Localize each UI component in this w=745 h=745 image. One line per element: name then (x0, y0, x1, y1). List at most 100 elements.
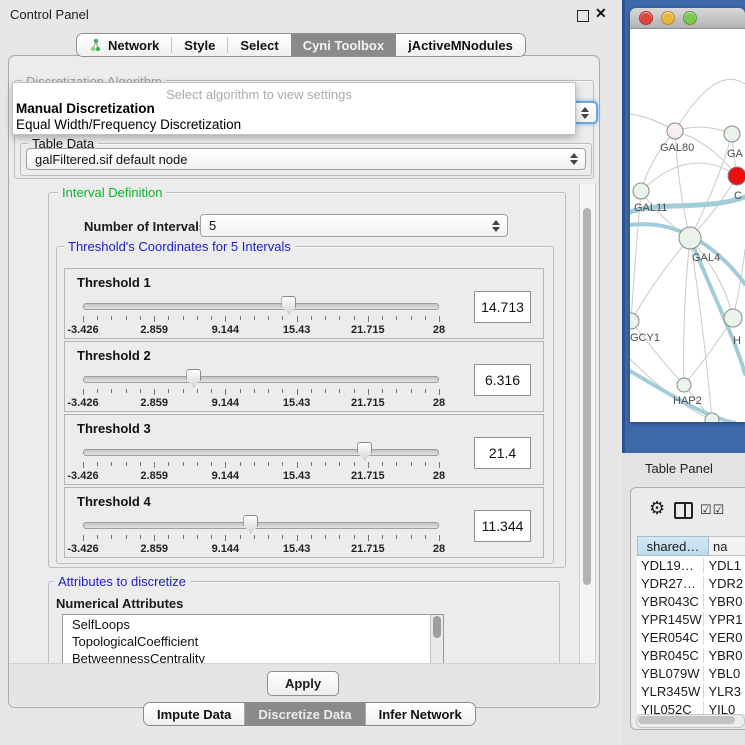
table-row[interactable]: YLR345WYLR3 (637, 682, 745, 700)
apply-button[interactable]: Apply (267, 671, 339, 696)
table-hscrollbar[interactable] (636, 714, 745, 728)
table-data-combo[interactable]: galFiltered.sif default node (26, 148, 586, 170)
float-panel-icon[interactable] (577, 10, 589, 22)
slider-tick-label: 21.715 (351, 324, 385, 336)
threshold-value-field[interactable]: 6.316 (474, 364, 531, 396)
gear-icon[interactable]: ⚙ (649, 498, 665, 519)
slider-thumb[interactable] (281, 296, 296, 314)
slider-tick (368, 389, 369, 395)
close-traffic-icon[interactable] (639, 11, 653, 25)
threshold-slider[interactable]: -3.4262.8599.14415.4321.71528 (83, 368, 439, 408)
slider-tick-label: 2.859 (140, 397, 168, 409)
cell-shared-name: YER054C (637, 630, 704, 645)
network-edge[interactable] (641, 131, 675, 191)
network-edge[interactable] (684, 238, 690, 385)
slider-track[interactable] (83, 303, 439, 310)
tab-jactivemnodules[interactable]: jActiveMNodules (396, 34, 525, 56)
table-row[interactable]: YIL052CYIL0 (637, 700, 745, 714)
network-node-gcy1[interactable] (630, 313, 639, 329)
cell-name: YDR2 (704, 576, 745, 591)
network-node-gal11[interactable] (633, 183, 649, 199)
network-edge[interactable] (675, 79, 745, 131)
slider-tick-label: 21.715 (351, 543, 385, 555)
table-row[interactable]: YBR045CYBR0 (637, 646, 745, 664)
attribute-item[interactable]: TopologicalCoefficient (63, 633, 443, 650)
slider-tick (154, 535, 155, 541)
slider-tick (311, 535, 312, 539)
number-of-intervals-value: 5 (209, 218, 216, 233)
slider-tick (282, 316, 283, 320)
slider-tick (297, 462, 298, 468)
table-hscrollbar-thumb[interactable] (638, 716, 735, 724)
threshold-label: Threshold 1 (77, 275, 151, 290)
table-row[interactable]: YER054CYER0 (637, 628, 745, 646)
network-edge[interactable] (675, 127, 732, 134)
tab-impute-data[interactable]: Impute Data (144, 703, 244, 725)
network-edge[interactable] (641, 163, 737, 191)
dropdown-option-2[interactable]: Equal Width/Frequency Discretization (16, 117, 241, 132)
table-row[interactable]: YDR27…YDR2 (637, 574, 745, 592)
slider-thumb[interactable] (186, 369, 201, 387)
threshold-value-field[interactable]: 14.713 (474, 291, 531, 323)
network-edge[interactable] (631, 238, 690, 321)
table-row[interactable]: YDL19…YDL1 (637, 556, 745, 574)
slider-thumb[interactable] (357, 442, 372, 460)
network-node-ga[interactable] (724, 126, 740, 142)
panel-scrollbar-thumb[interactable] (583, 208, 591, 585)
table-row[interactable]: YBL079WYBL0 (637, 664, 745, 682)
slider-track[interactable] (83, 376, 439, 383)
slider-tick (83, 316, 84, 322)
network-edge[interactable] (684, 318, 733, 385)
zoom-traffic-icon[interactable] (683, 11, 697, 25)
column-layout-icon[interactable] (674, 502, 693, 519)
tab-select[interactable]: Select (228, 34, 290, 56)
threshold-value-field[interactable]: 21.4 (474, 437, 531, 469)
numerical-attributes-list[interactable]: SelfLoopsTopologicalCoefficientBetweenne… (62, 614, 444, 664)
table-row[interactable]: YBR043CYBR0 (637, 592, 745, 610)
slider-thumb[interactable] (243, 515, 258, 533)
tab-cyni-toolbox[interactable]: Cyni Toolbox (291, 34, 396, 56)
threshold-value-field[interactable]: 11.344 (474, 510, 531, 542)
slider-tick (297, 316, 298, 322)
dropdown-option-1[interactable]: Manual Discretization (16, 101, 155, 116)
tab-infer-network[interactable]: Infer Network (365, 703, 475, 725)
slider-track[interactable] (83, 449, 439, 456)
cell-shared-name: YBR043C (637, 594, 704, 609)
network-node-gal4[interactable] (679, 227, 701, 249)
attributes-scrollbar[interactable] (430, 615, 443, 663)
slider-tick (140, 462, 141, 466)
tab-style[interactable]: Style (172, 34, 227, 56)
attribute-item[interactable]: SelfLoops (63, 616, 443, 633)
network-canvas[interactable]: GAL80GACGAL11GAL4HGCY1HAP2 (630, 29, 745, 422)
close-icon[interactable]: ✕ (595, 5, 607, 22)
slider-tick (396, 462, 397, 466)
number-of-intervals-combo[interactable]: 5 (200, 214, 508, 237)
minimize-traffic-icon[interactable] (661, 11, 675, 25)
panel-scrollbar[interactable] (579, 184, 596, 663)
network-node-c[interactable] (728, 167, 745, 185)
table-row[interactable]: YPR145WYPR1 (637, 610, 745, 628)
network-window-titlebar[interactable] (630, 8, 745, 29)
network-node-gal80[interactable] (667, 123, 683, 139)
column-header-shared-name[interactable]: shared… (637, 536, 709, 556)
slider-tick-label: 2.859 (140, 324, 168, 336)
tab-network[interactable]: Network (77, 34, 171, 56)
attribute-item[interactable]: BetweennessCentrality (63, 650, 443, 664)
slider-track[interactable] (83, 522, 439, 529)
threshold-slider[interactable]: -3.4262.8599.14415.4321.71528 (83, 441, 439, 481)
select-columns-icon[interactable]: ☑☑ (700, 502, 725, 518)
slider-tick (140, 389, 141, 393)
slider-tick (325, 535, 326, 539)
threshold-slider[interactable]: -3.4262.8599.14415.4321.71528 (83, 514, 439, 554)
interval-definition-title: Interval Definition (58, 185, 166, 200)
slider-tick (339, 462, 340, 466)
network-tab-icon (89, 38, 103, 52)
network-node[interactable] (705, 413, 719, 422)
column-header-name[interactable]: na (709, 536, 745, 556)
tab-discretize-data[interactable]: Discretize Data (244, 703, 364, 725)
slider-tick (439, 462, 440, 468)
threshold-slider[interactable]: -3.4262.8599.14415.4321.71528 (83, 295, 439, 335)
network-node-h[interactable] (724, 309, 742, 327)
network-node-hap2[interactable] (677, 378, 691, 392)
slider-tick (240, 535, 241, 539)
